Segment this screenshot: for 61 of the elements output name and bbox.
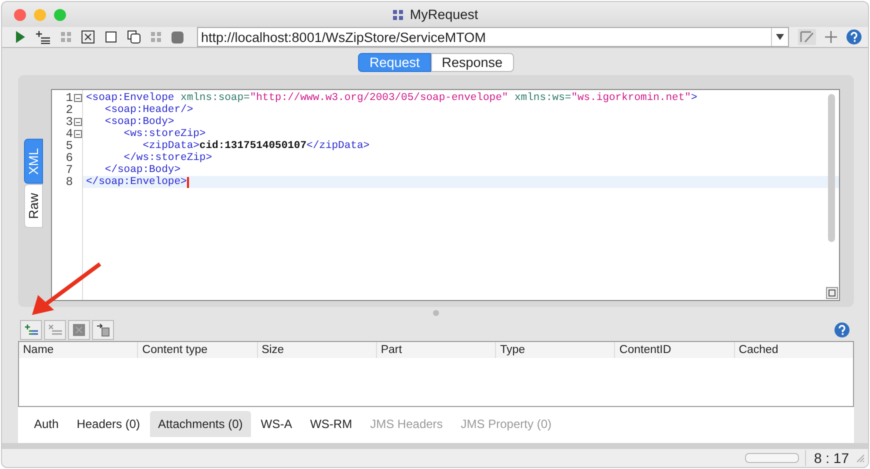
column-header[interactable]: Size (256, 342, 376, 358)
line-number: 3 (66, 116, 73, 128)
message-tab[interactable]: Response (430, 53, 514, 72)
editor-tab[interactable]: Attachments (0) (150, 411, 251, 438)
square-icon (72, 323, 86, 338)
corner-icon[interactable] (826, 287, 838, 300)
column-header[interactable]: Content type (137, 342, 257, 358)
square-icon[interactable] (104, 30, 118, 44)
export-attachment-button[interactable] (92, 320, 114, 340)
export-icon (96, 323, 110, 338)
code-line: <soap:Envelope xmlns:soap="http://www.w3.org/2003/05/soap-envelope" xmlns:ws="ws.igorkromin.net"> (86, 92, 698, 104)
splitter-handle[interactable] (433, 310, 439, 316)
collapse-icon[interactable] (74, 130, 82, 138)
column-header[interactable]: Type (495, 342, 614, 358)
cursor-position: 8 : 17 (804, 450, 849, 466)
column-header[interactable]: Part (376, 342, 496, 358)
resize-grip-icon[interactable] (855, 453, 865, 464)
close-button[interactable] (14, 8, 26, 21)
reload-attachment-button[interactable] (68, 320, 90, 340)
url-field[interactable]: http://localhost:8001/WsZipStore/ServiceMTOM (197, 27, 789, 48)
code-line: </soap:Body> (104, 164, 181, 176)
help-icon[interactable] (846, 29, 862, 46)
remove-list-icon (48, 324, 62, 336)
line-number: 7 (66, 164, 73, 176)
column-header[interactable]: ContentID (614, 342, 734, 358)
remove-attachment-button[interactable] (44, 320, 66, 340)
line-number: 2 (66, 104, 73, 116)
collapse-icon[interactable] (74, 118, 82, 126)
code-line: </ws:storeZip> (124, 152, 212, 164)
scrollbar[interactable] (828, 94, 835, 242)
status-slot (744, 453, 799, 464)
stop-icon[interactable] (171, 30, 184, 44)
copy-icon[interactable] (127, 30, 141, 44)
editor-tab[interactable]: Auth (26, 411, 67, 438)
code-line: <soap:Header/> (104, 104, 194, 116)
editor-tab[interactable]: Headers (0) (68, 411, 148, 438)
editor-icon[interactable] (798, 29, 816, 46)
line-number: 1 (66, 92, 73, 104)
line-number: 4 (66, 128, 73, 140)
code-line: <zipData>cid:1317514050107</zipData> (142, 140, 370, 152)
code-line: <ws:storeZip> (122, 128, 206, 140)
line-number: 5 (66, 140, 73, 152)
text-cursor (186, 176, 189, 188)
collapse-icon[interactable] (74, 94, 82, 102)
column-header[interactable]: Cached (734, 342, 853, 358)
add-list-icon (24, 324, 38, 336)
code-line: </soap:Envelope> (86, 176, 187, 188)
window-title: MyRequest (410, 7, 478, 22)
grid-icon (392, 8, 404, 21)
line-number: 6 (66, 152, 73, 164)
column-header[interactable]: Name (19, 342, 138, 358)
add-attachment-button[interactable] (20, 320, 42, 340)
add-list-icon[interactable] (35, 30, 51, 44)
play-icon[interactable] (14, 30, 26, 44)
add-icon[interactable] (825, 31, 837, 44)
editor-tab[interactable]: WS-RM (302, 411, 360, 438)
help-icon[interactable] (834, 322, 850, 338)
line-number: 8 (66, 176, 73, 188)
editor-tab[interactable]: WS-A (252, 411, 300, 438)
code-line: <soap:Body> (104, 116, 174, 128)
editor-tab[interactable]: Raw (24, 184, 43, 228)
